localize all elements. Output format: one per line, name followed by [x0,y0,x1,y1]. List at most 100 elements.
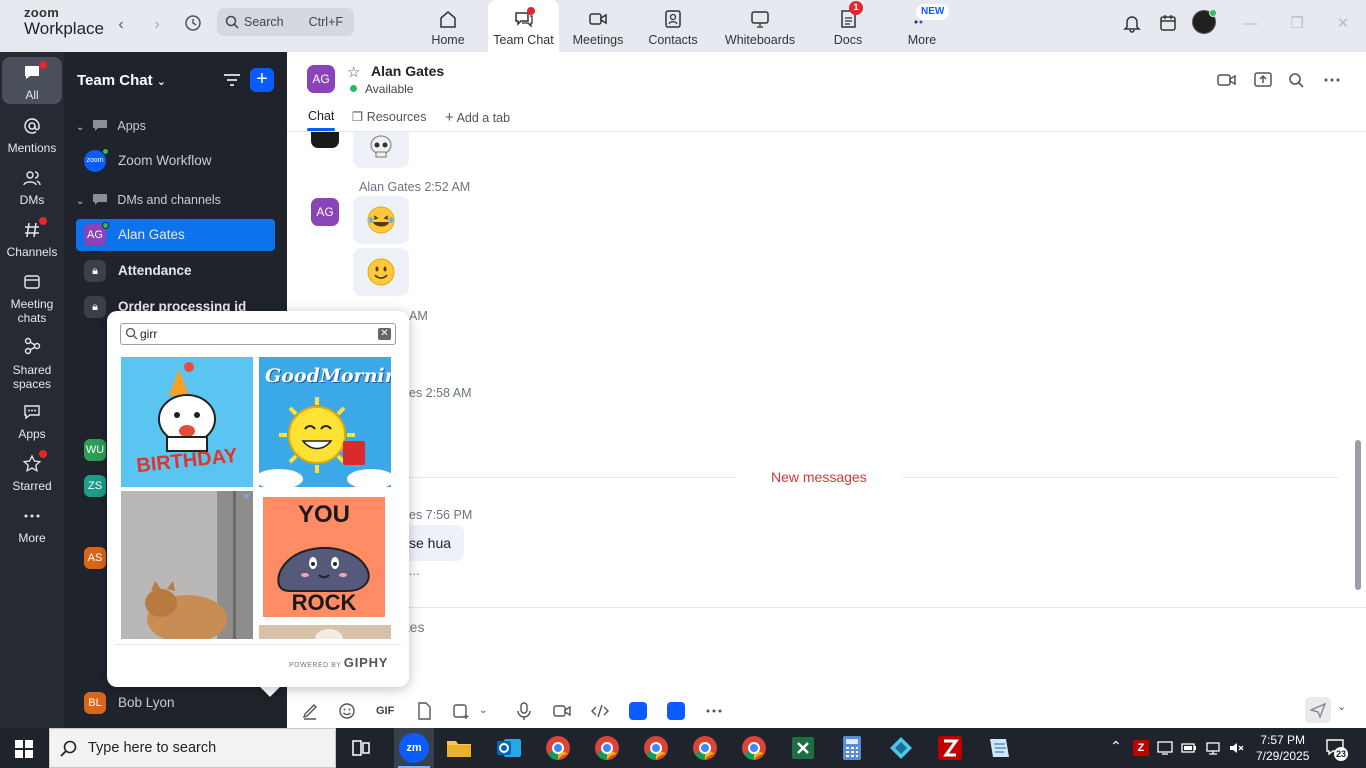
more-options-icon[interactable] [1322,71,1342,89]
excel-icon[interactable] [788,733,818,763]
chevron-up-icon[interactable]: ⌃ [1110,738,1122,755]
clear-search-icon[interactable]: ✕ [378,328,391,340]
send-button[interactable] [1305,697,1331,723]
system-clock[interactable]: 7:57 PM 7/29/2025 [1256,732,1309,764]
chrome-icon[interactable] [690,733,720,763]
chrome-icon[interactable] [543,733,573,763]
search-icon[interactable] [1287,71,1307,89]
gif-button[interactable]: GIF [376,702,400,720]
avatar[interactable]: WU [84,439,106,461]
outlook-icon[interactable] [494,733,524,763]
notification-center[interactable]: 23 [1325,738,1348,761]
message-bubble[interactable] [353,196,409,244]
tab-resources[interactable]: ❐ Resources [352,109,426,124]
rail-starred[interactable]: Starred [2,450,62,496]
tab-home[interactable]: Home [418,0,478,52]
microphone-icon[interactable] [515,702,533,720]
close-icon[interactable]: ✕ [1331,12,1355,36]
gif-result[interactable] [259,625,391,639]
avatar[interactable]: AG [307,65,335,93]
user-avatar[interactable] [1192,9,1217,34]
message-bubble[interactable] [353,248,409,296]
rail-channels[interactable]: Channels [2,214,62,260]
rail-meeting-chats[interactable]: Meeting chats [2,266,62,326]
volume-muted-icon[interactable] [1228,740,1244,756]
tab-whiteboards[interactable]: Whiteboards [720,0,800,52]
star-icon[interactable]: ☆ [347,63,360,81]
scrollbar-thumb[interactable] [1355,440,1361,590]
app-shortcut-icon[interactable] [667,702,685,720]
tab-add[interactable]: + Add a tab [445,109,510,126]
bell-icon[interactable] [1122,13,1142,33]
minimize-icon[interactable]: — [1238,12,1262,36]
section-dms-channels[interactable]: ⌄ DMs and channels [76,192,221,207]
windows-start-icon[interactable] [15,740,33,758]
gif-result[interactable]: ✕ [121,491,253,639]
avatar[interactable]: ZS [84,475,106,497]
tab-team-chat[interactable]: Team Chat [488,0,559,52]
rail-apps[interactable]: Apps [2,398,62,444]
file-explorer-icon[interactable] [444,733,474,763]
share-screen-icon[interactable] [1253,71,1273,89]
message-composer[interactable]: ates GIF ⌄ ⌄ [287,607,1366,728]
history-icon[interactable] [182,14,204,36]
rail-more[interactable]: More [2,502,62,548]
chrome-icon[interactable] [641,733,671,763]
dm-item-bob-lyon[interactable]: BL Bob Lyon [76,687,275,719]
video-call-icon[interactable] [1217,71,1237,89]
global-search[interactable]: Search Ctrl+F [217,8,354,36]
new-chat-button[interactable]: + [250,68,274,92]
chevron-down-icon[interactable]: ⌄ [1337,700,1346,713]
taskbar-search[interactable]: Type here to search [49,728,336,768]
channel-item-attendance[interactable]: 🔒︎ Attendance [76,255,275,287]
chrome-icon[interactable] [592,733,622,763]
gif-result[interactable]: YOU ROCK [259,491,391,621]
filter-icon[interactable] [222,71,242,89]
chevron-down-icon[interactable]: ⌄ [479,702,497,720]
app-shortcut-icon[interactable] [629,702,647,720]
avatar[interactable]: AG [311,198,339,226]
notepad-icon[interactable] [984,733,1014,763]
message-bubble[interactable] [353,132,409,168]
gif-search-field[interactable]: ✕ [120,323,396,345]
message-list[interactable]: Alan Gates 2:52 AM AG AM es 2:58 AM New … [287,132,1353,607]
sidebar-title[interactable]: Team Chat ⌄ [77,72,166,89]
avatar[interactable]: AS [84,547,106,569]
calculator-icon[interactable] [837,733,867,763]
more-options-icon[interactable] [705,702,723,720]
gif-search-input[interactable] [140,326,370,342]
battery-icon[interactable] [1181,740,1197,756]
tab-contacts[interactable]: Contacts [643,0,703,52]
network-icon[interactable] [1205,740,1221,756]
rail-mentions[interactable]: Mentions [2,110,62,156]
contact-name[interactable]: Alan Gates [371,63,444,79]
forward-icon[interactable]: › [146,14,168,36]
screen-tray-icon[interactable] [1157,740,1173,756]
filezilla-tray-icon[interactable]: Z [1133,740,1149,756]
restore-icon[interactable]: ❐ [1285,12,1309,36]
rail-all[interactable]: All [2,57,62,104]
chrome-icon[interactable] [739,733,769,763]
rail-dms[interactable]: DMs [2,162,62,208]
gif-result[interactable]: BIRTHDAY [121,357,253,487]
video-message-icon[interactable] [553,702,571,720]
taskbar-app-zoom[interactable]: zm [394,728,434,768]
section-apps[interactable]: ⌄ Apps [76,118,146,133]
dm-item-alan-gates[interactable]: AG Alan Gates [76,219,275,251]
tab-meetings[interactable]: Meetings [568,0,628,52]
format-icon[interactable] [301,702,319,720]
tab-chat[interactable]: Chat [308,109,334,123]
app-diamond-icon[interactable] [886,733,916,763]
screenshot-icon[interactable] [452,702,470,720]
rail-shared-spaces[interactable]: Shared spaces [2,332,62,392]
code-snippet-icon[interactable] [591,702,609,720]
app-item-zoom-workflow[interactable]: zoom Zoom Workflow [76,145,275,177]
emoji-icon[interactable] [338,702,356,720]
gif-result[interactable]: GoodMorning [259,357,391,487]
tab-more[interactable]: NEW More [892,0,952,52]
task-view-icon[interactable] [346,733,376,763]
file-icon[interactable] [415,702,433,720]
filezilla-icon[interactable] [935,733,965,763]
calendar-icon[interactable] [1158,13,1178,33]
back-icon[interactable]: ‹ [110,14,132,36]
